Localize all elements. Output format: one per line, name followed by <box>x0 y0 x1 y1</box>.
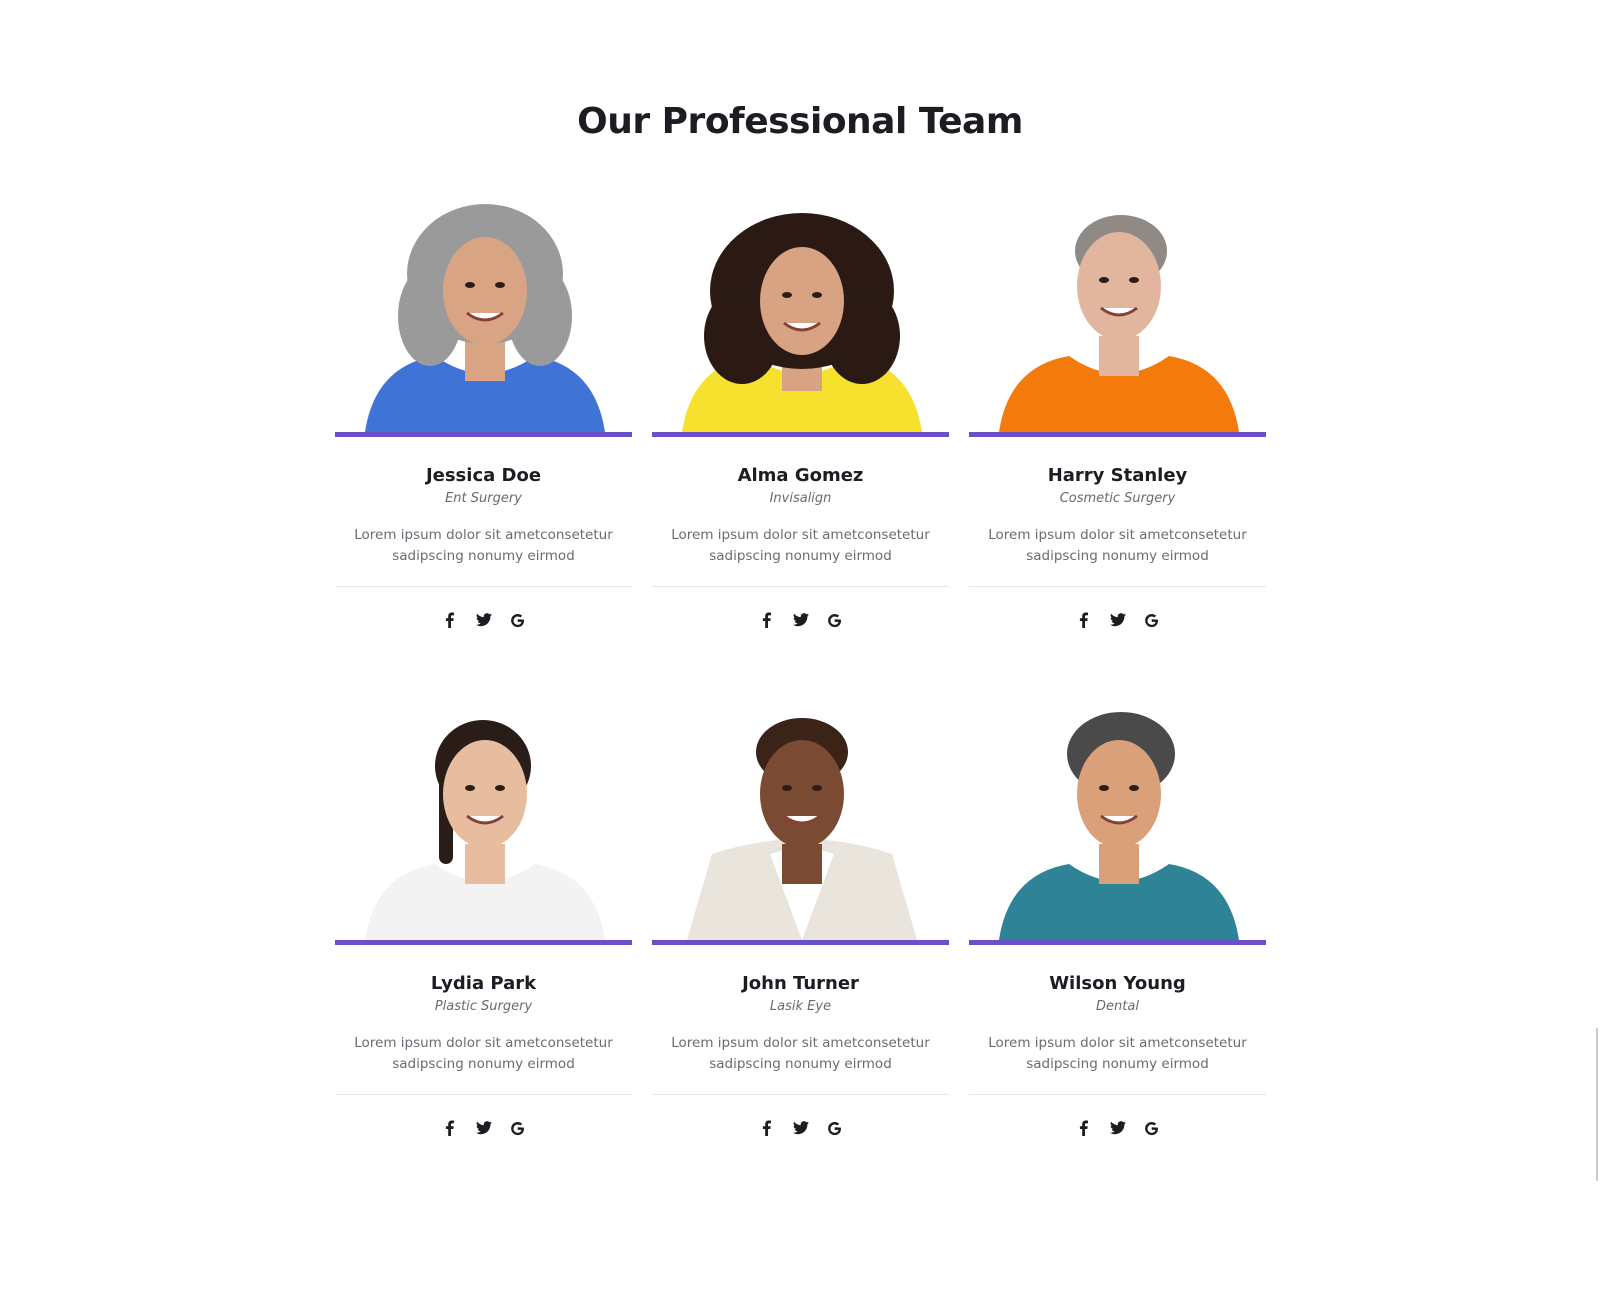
member-description: Lorem ipsum dolor sit ametconsetetur sad… <box>354 1035 613 1072</box>
card-divider <box>335 1094 632 1095</box>
section-title: Our Professional Team <box>577 101 1023 142</box>
member-name: Jessica Doe <box>425 465 542 486</box>
facebook-icon[interactable] <box>1076 611 1092 629</box>
member-photo <box>335 704 632 940</box>
card-divider <box>969 586 1266 587</box>
team-card: John Turner Lasik Eye Lorem ipsum dolor … <box>652 704 949 1139</box>
google-icon[interactable] <box>1144 1119 1160 1137</box>
card-divider <box>652 1094 949 1095</box>
google-icon[interactable] <box>510 611 526 629</box>
team-card: Harry Stanley Cosmetic Surgery Lorem ips… <box>969 196 1266 631</box>
twitter-icon[interactable] <box>792 611 809 629</box>
twitter-icon[interactable] <box>792 1119 809 1137</box>
team-section: Our Professional Team Jessica Doe Ent Su… <box>0 0 1600 1307</box>
card-divider <box>652 586 949 587</box>
facebook-icon[interactable] <box>759 1119 775 1137</box>
google-icon[interactable] <box>827 1119 843 1137</box>
team-card: Alma Gomez Invisalign Lorem ipsum dolor … <box>652 196 949 631</box>
member-name: Lydia Park <box>430 973 537 994</box>
member-role: Lasik Eye <box>769 999 832 1014</box>
accent-bar <box>969 432 1266 437</box>
twitter-icon[interactable] <box>1109 1119 1126 1137</box>
social-links <box>969 611 1266 631</box>
member-name: Alma Gomez <box>737 465 864 486</box>
team-card: Wilson Young Dental Lorem ipsum dolor si… <box>969 704 1266 1139</box>
facebook-icon[interactable] <box>759 611 775 629</box>
member-role: Ent Surgery <box>445 491 522 506</box>
member-photo <box>969 704 1266 940</box>
google-icon[interactable] <box>1144 611 1160 629</box>
social-links <box>969 1119 1266 1139</box>
member-name: John Turner <box>742 973 859 994</box>
member-description: Lorem ipsum dolor sit ametconsetetur sad… <box>988 527 1247 564</box>
member-photo <box>652 196 949 432</box>
member-description: Lorem ipsum dolor sit ametconsetetur sad… <box>671 1035 930 1072</box>
social-links <box>335 1119 632 1139</box>
twitter-icon[interactable] <box>475 1119 492 1137</box>
social-links <box>652 611 949 631</box>
member-photo <box>969 196 1266 432</box>
accent-bar <box>652 432 949 437</box>
member-description: Lorem ipsum dolor sit ametconsetetur sad… <box>671 527 930 564</box>
facebook-icon[interactable] <box>442 1119 458 1137</box>
social-links <box>652 1119 949 1139</box>
accent-bar <box>652 940 949 945</box>
member-description: Lorem ipsum dolor sit ametconsetetur sad… <box>988 1035 1247 1072</box>
member-role: Dental <box>1096 999 1139 1014</box>
twitter-icon[interactable] <box>1109 611 1126 629</box>
team-card: Lydia Park Plastic Surgery Lorem ipsum d… <box>335 704 632 1139</box>
member-photo <box>335 196 632 432</box>
scrollbar[interactable] <box>1596 1028 1598 1181</box>
social-links <box>335 611 632 631</box>
member-role: Cosmetic Surgery <box>1059 491 1176 506</box>
member-role: Invisalign <box>769 491 832 506</box>
member-photo <box>652 704 949 940</box>
team-card: Jessica Doe Ent Surgery Lorem ipsum dolo… <box>335 196 632 631</box>
accent-bar <box>335 940 632 945</box>
member-description: Lorem ipsum dolor sit ametconsetetur sad… <box>354 527 613 564</box>
member-name: Wilson Young <box>1049 973 1186 994</box>
google-icon[interactable] <box>510 1119 526 1137</box>
facebook-icon[interactable] <box>1076 1119 1092 1137</box>
facebook-icon[interactable] <box>442 611 458 629</box>
accent-bar <box>969 940 1266 945</box>
member-name: Harry Stanley <box>1047 465 1188 486</box>
accent-bar <box>335 432 632 437</box>
member-role: Plastic Surgery <box>434 999 533 1014</box>
twitter-icon[interactable] <box>475 611 492 629</box>
card-divider <box>335 586 632 587</box>
card-divider <box>969 1094 1266 1095</box>
google-icon[interactable] <box>827 611 843 629</box>
